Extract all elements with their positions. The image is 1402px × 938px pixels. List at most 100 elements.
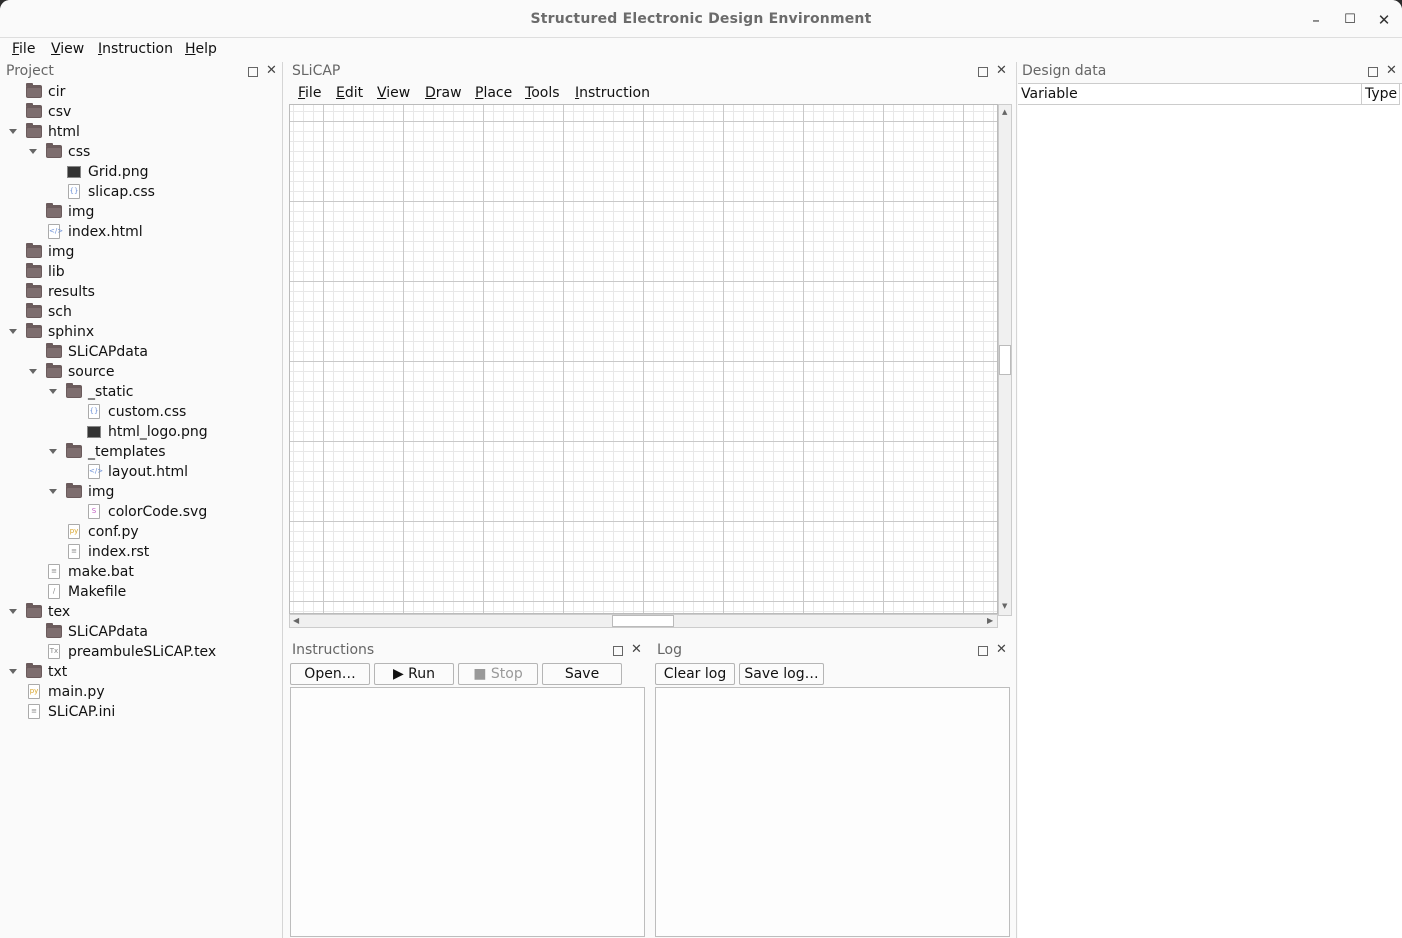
close-icon[interactable]: ✕ <box>996 64 1007 78</box>
clear-log-button[interactable]: Clear log <box>655 663 735 685</box>
tree-folder[interactable]: sphinx <box>0 322 282 342</box>
expand-arrow-icon[interactable] <box>49 489 57 494</box>
slicap-menu-edit[interactable]: Edit <box>336 85 363 101</box>
slicap-menu-tools[interactable]: Tools <box>525 85 560 101</box>
float-icon[interactable] <box>1368 67 1378 77</box>
folder-icon <box>46 143 62 158</box>
scroll-right-icon[interactable]: ▶ <box>987 616 993 625</box>
expand-arrow-icon[interactable] <box>49 449 57 454</box>
tree-file[interactable]: Tx preambuleSLiCAP.tex <box>0 642 282 662</box>
tree-file[interactable]: ≡ index.rst <box>0 542 282 562</box>
expand-arrow-icon[interactable] <box>29 149 37 154</box>
tree-file[interactable]: ≡ SLiCAP.ini <box>0 702 282 722</box>
folder-icon <box>46 343 62 358</box>
menu-file[interactable]: File <box>12 41 35 57</box>
tree-file[interactable]: </> index.html <box>0 222 282 242</box>
tree-file[interactable]: Grid.png <box>0 162 282 182</box>
folder-icon <box>26 603 42 618</box>
menu-view[interactable]: View <box>51 41 84 57</box>
expand-arrow-icon[interactable] <box>29 369 37 374</box>
close-icon[interactable]: ✕ <box>1386 64 1397 78</box>
slicap-menu-draw[interactable]: Draw <box>425 85 462 101</box>
tree-folder[interactable]: source <box>0 362 282 382</box>
tree-folder[interactable]: lib <box>0 262 282 282</box>
folder-icon <box>26 103 42 118</box>
tree-folder[interactable]: img <box>0 202 282 222</box>
tree-file[interactable]: </> layout.html <box>0 462 282 482</box>
splitter[interactable] <box>1016 62 1017 938</box>
instructions-panel-title: Instructions <box>292 642 375 658</box>
tree-folder[interactable]: css <box>0 142 282 162</box>
tree-file[interactable]: {} custom.css <box>0 402 282 422</box>
float-icon[interactable] <box>248 67 258 77</box>
tree-file[interactable]: py main.py <box>0 682 282 702</box>
tree-folder[interactable]: SLiCAPdata <box>0 622 282 642</box>
folder-icon <box>26 663 42 678</box>
tree-item-label: index.rst <box>88 544 150 560</box>
tree-folder[interactable]: txt <box>0 662 282 682</box>
tree-file[interactable]: html_logo.png <box>0 422 282 442</box>
image-file-icon <box>67 166 81 178</box>
schematic-canvas[interactable] <box>289 104 998 614</box>
float-icon[interactable] <box>978 646 988 656</box>
close-icon[interactable]: ✕ <box>1373 9 1395 31</box>
save-log-button[interactable]: Save log… <box>739 663 824 685</box>
column-header-type[interactable]: Type <box>1362 83 1400 105</box>
tree-item-label: layout.html <box>108 464 189 480</box>
expand-arrow-icon[interactable] <box>9 129 17 134</box>
log-output[interactable] <box>655 687 1010 937</box>
save-button[interactable]: Save <box>542 663 622 685</box>
menu-instruction[interactable]: Instruction <box>98 41 173 57</box>
tree-folder[interactable]: results <box>0 282 282 302</box>
menu-help[interactable]: Help <box>185 41 217 57</box>
slicap-menu-view[interactable]: View <box>377 85 410 101</box>
tree-item-label: preambuleSLiCAP.tex <box>68 644 217 660</box>
vertical-scrollbar[interactable]: ▲ ▼ <box>998 104 1012 616</box>
tree-folder[interactable]: SLiCAPdata <box>0 342 282 362</box>
close-icon[interactable]: ✕ <box>996 643 1007 657</box>
expand-arrow-icon[interactable] <box>9 669 17 674</box>
tree-folder[interactable]: _templates <box>0 442 282 462</box>
tree-folder[interactable]: _static <box>0 382 282 402</box>
float-icon[interactable] <box>613 646 623 656</box>
splitter[interactable] <box>282 62 283 938</box>
tree-file[interactable]: py conf.py <box>0 522 282 542</box>
column-header-variable[interactable]: Variable <box>1018 83 1362 105</box>
tree-folder[interactable]: img <box>0 482 282 502</box>
maximize-icon[interactable]: ☐ <box>1339 9 1361 31</box>
stop-button[interactable]: ■ Stop <box>458 663 538 685</box>
tree-item-label: make.bat <box>68 564 134 580</box>
python-file-icon: py <box>28 684 40 699</box>
expand-arrow-icon[interactable] <box>49 389 57 394</box>
expand-arrow-icon[interactable] <box>9 329 17 334</box>
scroll-up-icon[interactable]: ▲ <box>1002 108 1007 116</box>
slicap-menu-instruction[interactable]: Instruction <box>575 85 650 101</box>
instructions-editor[interactable] <box>290 687 645 937</box>
horizontal-scroll-thumb[interactable] <box>612 615 674 627</box>
scroll-left-icon[interactable]: ◀ <box>293 616 299 625</box>
minimize-icon[interactable]: – <box>1305 9 1327 31</box>
close-icon[interactable]: ✕ <box>631 643 642 657</box>
scroll-down-icon[interactable]: ▼ <box>1002 602 1007 610</box>
tree-file[interactable]: {} slicap.css <box>0 182 282 202</box>
expand-arrow-icon[interactable] <box>9 609 17 614</box>
tree-file[interactable]: / Makefile <box>0 582 282 602</box>
vertical-scroll-thumb[interactable] <box>999 345 1011 375</box>
tree-item-label: colorCode.svg <box>108 504 208 520</box>
run-button[interactable]: ▶ Run <box>374 663 454 685</box>
tree-folder[interactable]: img <box>0 242 282 262</box>
horizontal-scrollbar[interactable]: ◀ ▶ <box>289 614 998 628</box>
tree-folder[interactable]: tex <box>0 602 282 622</box>
tree-folder[interactable]: sch <box>0 302 282 322</box>
html-file-icon: </> <box>88 464 103 479</box>
tree-file[interactable]: ScolorCode.svg <box>0 502 282 522</box>
tree-folder[interactable]: html <box>0 122 282 142</box>
close-icon[interactable]: ✕ <box>266 64 277 78</box>
tree-item-label: SLiCAPdata <box>68 624 148 640</box>
folder-icon <box>26 123 42 138</box>
slicap-menu-file[interactable]: File <box>298 85 321 101</box>
slicap-menu-place[interactable]: Place <box>475 85 512 101</box>
float-icon[interactable] <box>978 67 988 77</box>
tree-file[interactable]: ≡ make.bat <box>0 562 282 582</box>
open-button[interactable]: Open… <box>290 663 370 685</box>
